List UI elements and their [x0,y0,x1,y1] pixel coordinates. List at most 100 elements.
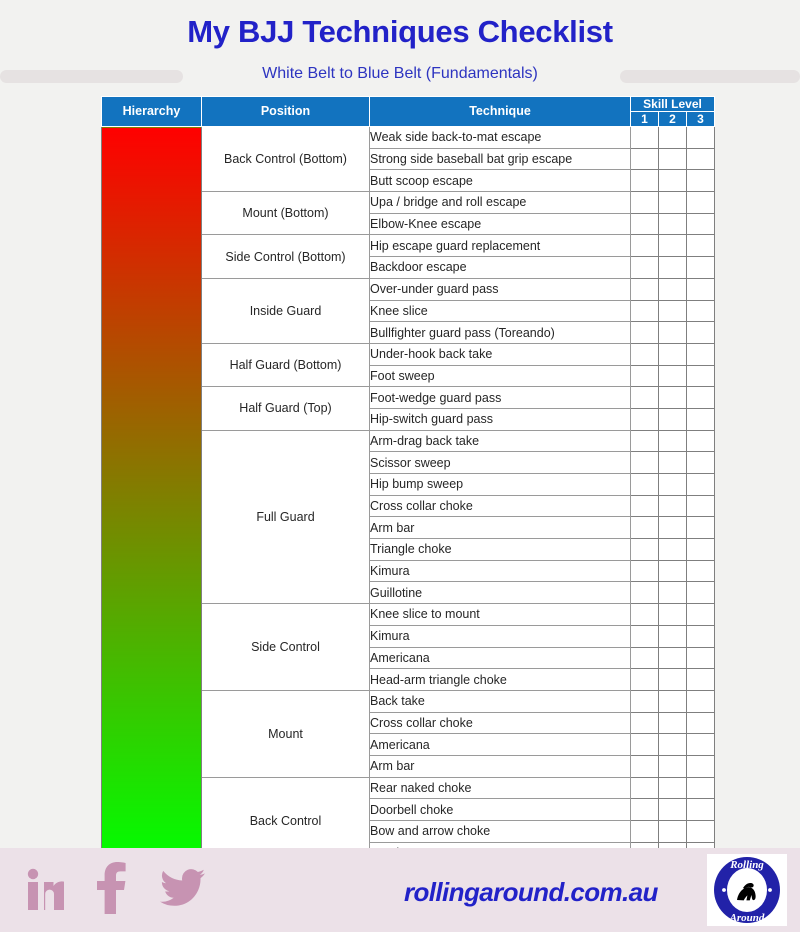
skill-level-3-checkbox[interactable] [685,473,716,496]
skill-level-2-checkbox[interactable] [658,820,687,843]
site-url[interactable]: rollingaround.com.au [404,877,658,908]
linkedin-icon[interactable] [26,868,66,915]
skill-level-2-checkbox[interactable] [658,798,687,821]
skill-level-2-checkbox[interactable] [658,473,687,496]
skill-level-2-checkbox[interactable] [658,386,687,409]
twitter-icon[interactable] [160,868,206,913]
skill-level-3-checkbox[interactable] [685,234,716,258]
skill-level-3-checkbox[interactable] [685,776,716,800]
skill-level-2-checkbox[interactable] [658,299,687,323]
skill-level-2-checkbox[interactable] [658,581,687,605]
skill-level-1-checkbox[interactable] [630,581,659,605]
skill-level-3-checkbox[interactable] [685,559,716,583]
skill-level-3-checkbox[interactable] [685,581,716,605]
skill-level-2-checkbox[interactable] [658,321,687,344]
skill-level-1-checkbox[interactable] [630,668,659,691]
skill-level-3-checkbox[interactable] [685,624,716,648]
skill-level-2-checkbox[interactable] [658,342,687,366]
skill-level-3-checkbox[interactable] [685,516,716,540]
skill-level-2-checkbox[interactable] [658,169,687,193]
skill-level-2-checkbox[interactable] [658,147,687,171]
skill-level-1-checkbox[interactable] [630,473,659,496]
skill-level-1-checkbox[interactable] [630,342,659,366]
skill-level-3-checkbox[interactable] [685,689,716,713]
skill-level-1-checkbox[interactable] [630,689,659,713]
skill-level-2-checkbox[interactable] [658,494,687,518]
skill-level-1-checkbox[interactable] [630,212,659,236]
skill-level-3-checkbox[interactable] [685,364,716,388]
skill-level-2-checkbox[interactable] [658,234,687,258]
skill-level-1-checkbox[interactable] [630,646,659,670]
skill-level-3-checkbox[interactable] [685,733,716,756]
skill-level-2-checkbox[interactable] [658,126,687,149]
skill-level-1-checkbox[interactable] [630,754,659,778]
skill-level-1-checkbox[interactable] [630,559,659,583]
skill-level-1-checkbox[interactable] [630,299,659,323]
skill-level-3-checkbox[interactable] [685,820,716,843]
skill-level-2-checkbox[interactable] [658,689,687,713]
skill-level-3-checkbox[interactable] [685,646,716,670]
skill-level-2-checkbox[interactable] [658,364,687,388]
skill-level-3-checkbox[interactable] [685,126,716,149]
skill-level-1-checkbox[interactable] [630,733,659,756]
skill-level-1-checkbox[interactable] [630,711,659,735]
skill-level-2-checkbox[interactable] [658,668,687,691]
skill-level-3-checkbox[interactable] [685,711,716,735]
skill-level-1-checkbox[interactable] [630,798,659,821]
skill-level-3-checkbox[interactable] [685,299,716,323]
skill-level-1-checkbox[interactable] [630,451,659,474]
skill-level-2-checkbox[interactable] [658,711,687,735]
skill-level-2-checkbox[interactable] [658,624,687,648]
skill-level-3-checkbox[interactable] [685,386,716,409]
skill-level-2-checkbox[interactable] [658,277,687,301]
skill-level-3-checkbox[interactable] [685,494,716,518]
skill-level-3-checkbox[interactable] [685,429,716,453]
skill-level-3-checkbox[interactable] [685,451,716,474]
skill-level-1-checkbox[interactable] [630,147,659,171]
skill-level-1-checkbox[interactable] [630,234,659,258]
skill-level-3-checkbox[interactable] [685,407,716,431]
skill-level-3-checkbox[interactable] [685,256,716,279]
skill-level-1-checkbox[interactable] [630,494,659,518]
skill-level-1-checkbox[interactable] [630,386,659,409]
skill-level-3-checkbox[interactable] [685,321,716,344]
skill-level-1-checkbox[interactable] [630,538,659,561]
skill-level-3-checkbox[interactable] [685,798,716,821]
skill-level-2-checkbox[interactable] [658,559,687,583]
skill-level-3-checkbox[interactable] [685,169,716,193]
skill-level-3-checkbox[interactable] [685,212,716,236]
skill-level-1-checkbox[interactable] [630,191,659,214]
skill-level-2-checkbox[interactable] [658,776,687,800]
skill-level-3-checkbox[interactable] [685,191,716,214]
skill-level-3-checkbox[interactable] [685,147,716,171]
skill-level-2-checkbox[interactable] [658,191,687,214]
skill-level-2-checkbox[interactable] [658,451,687,474]
skill-level-3-checkbox[interactable] [685,754,716,778]
skill-level-2-checkbox[interactable] [658,603,687,626]
skill-level-2-checkbox[interactable] [658,733,687,756]
facebook-icon[interactable] [96,862,126,919]
skill-level-1-checkbox[interactable] [630,126,659,149]
skill-level-2-checkbox[interactable] [658,646,687,670]
skill-level-1-checkbox[interactable] [630,429,659,453]
skill-level-3-checkbox[interactable] [685,342,716,366]
skill-level-2-checkbox[interactable] [658,212,687,236]
skill-level-1-checkbox[interactable] [630,516,659,540]
skill-level-1-checkbox[interactable] [630,820,659,843]
skill-level-2-checkbox[interactable] [658,256,687,279]
skill-level-1-checkbox[interactable] [630,624,659,648]
skill-level-1-checkbox[interactable] [630,321,659,344]
skill-level-2-checkbox[interactable] [658,429,687,453]
skill-level-3-checkbox[interactable] [685,277,716,301]
skill-level-2-checkbox[interactable] [658,407,687,431]
skill-level-2-checkbox[interactable] [658,538,687,561]
skill-level-1-checkbox[interactable] [630,407,659,431]
skill-level-3-checkbox[interactable] [685,538,716,561]
skill-level-1-checkbox[interactable] [630,169,659,193]
skill-level-3-checkbox[interactable] [685,668,716,691]
skill-level-1-checkbox[interactable] [630,364,659,388]
skill-level-2-checkbox[interactable] [658,516,687,540]
skill-level-1-checkbox[interactable] [630,776,659,800]
skill-level-3-checkbox[interactable] [685,603,716,626]
skill-level-2-checkbox[interactable] [658,754,687,778]
